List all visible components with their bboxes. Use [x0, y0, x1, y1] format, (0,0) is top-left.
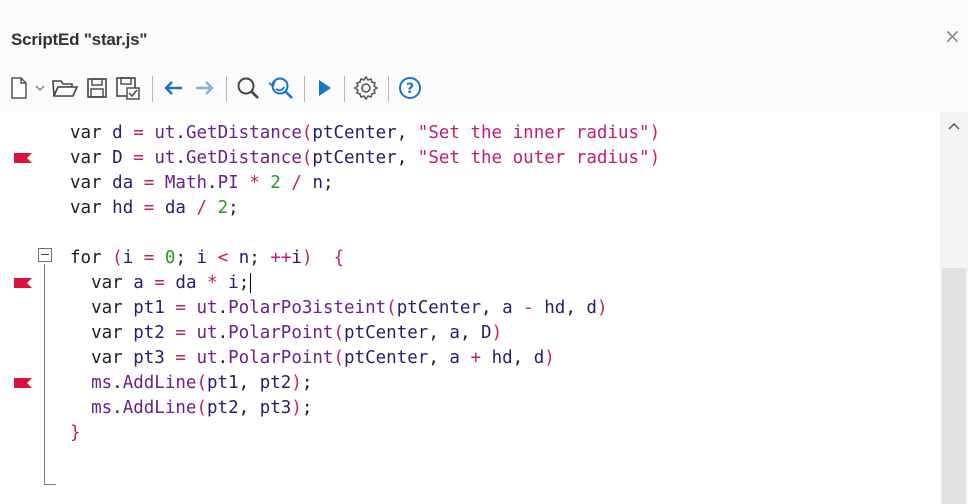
close-icon[interactable]: × [944, 26, 961, 46]
code-area[interactable]: var d = ut.GetDistance(ptCenter, "Set th… [0, 112, 940, 504]
code-line[interactable]: ms.AddLine(pt2, pt3); [70, 395, 312, 421]
help-button[interactable]: ? [396, 74, 424, 102]
floppy-disk-icon [87, 78, 107, 98]
new-file-button[interactable] [8, 74, 30, 102]
replace-button[interactable] [266, 74, 296, 102]
text-cursor [250, 273, 252, 293]
play-icon [319, 80, 331, 96]
svg-text:?: ? [406, 81, 414, 97]
find-button[interactable] [234, 74, 262, 102]
gear-icon [353, 75, 379, 101]
vertical-scrollbar[interactable] [940, 112, 968, 504]
help-icon: ? [399, 77, 421, 99]
fold-toggle-icon[interactable] [38, 248, 52, 262]
save-as-button[interactable] [114, 74, 142, 102]
bookmark-flag-icon[interactable] [12, 376, 36, 390]
settings-button[interactable] [352, 74, 380, 102]
code-line[interactable]: var da = Math.PI * 2 / n; [70, 170, 334, 196]
code-line[interactable]: var pt2 = ut.PolarPoint(ptCenter, a, D) [70, 320, 502, 346]
bookmark-flag-icon[interactable] [12, 151, 36, 165]
code-line[interactable]: var D = ut.GetDistance(ptCenter, "Set th… [70, 145, 660, 171]
code-line[interactable]: ms.AddLine(pt1, pt2); [70, 370, 312, 396]
toolbar-separator [152, 76, 153, 102]
run-button[interactable] [312, 74, 336, 102]
floppy-disk-check-icon [116, 77, 140, 100]
arrow-left-icon [164, 81, 182, 95]
save-button[interactable] [84, 74, 110, 102]
chevron-down-icon [35, 85, 45, 91]
toolbar-separator [304, 76, 305, 102]
chevron-up-icon[interactable] [946, 118, 962, 134]
forward-button[interactable] [190, 74, 218, 102]
code-line[interactable]: for (i = 0; i < n; ++i) { [70, 245, 344, 271]
code-line[interactable]: var d = ut.GetDistance(ptCenter, "Set th… [70, 120, 660, 146]
new-file-icon [11, 77, 27, 99]
folder-open-icon [52, 80, 79, 97]
back-button[interactable] [160, 74, 188, 102]
code-line[interactable]: var pt3 = ut.PolarPoint(ptCenter, a + hd… [70, 345, 555, 371]
scripted-window: ScriptEd "star.js" × ? var d = ut.GetDis… [0, 0, 968, 504]
arrow-right-icon [196, 81, 214, 95]
new-dropdown-button[interactable] [34, 74, 46, 102]
open-button[interactable] [50, 74, 80, 102]
magnifier-icon [237, 77, 259, 99]
toolbar: ? [0, 68, 968, 108]
fold-guide [44, 264, 45, 484]
scrollbar-thumb[interactable] [942, 268, 966, 504]
code-editor[interactable]: var d = ut.GetDistance(ptCenter, "Set th… [0, 112, 968, 504]
window-title: ScriptEd "star.js" [11, 30, 148, 49]
toolbar-separator [388, 76, 389, 102]
code-line[interactable]: var a = da * i; [70, 270, 252, 296]
code-line[interactable]: var pt1 = ut.PolarPo3isteint(ptCenter, a… [70, 295, 607, 321]
find-replace-icon [268, 77, 293, 99]
toolbar-separator [344, 76, 345, 102]
bookmark-flag-icon[interactable] [12, 276, 36, 290]
toolbar-separator [226, 76, 227, 102]
title-bar: ScriptEd "star.js" × [0, 0, 968, 64]
code-line[interactable]: var hd = da / 2; [70, 195, 239, 221]
fold-guide-end [44, 484, 56, 485]
code-line[interactable]: } [70, 420, 81, 446]
